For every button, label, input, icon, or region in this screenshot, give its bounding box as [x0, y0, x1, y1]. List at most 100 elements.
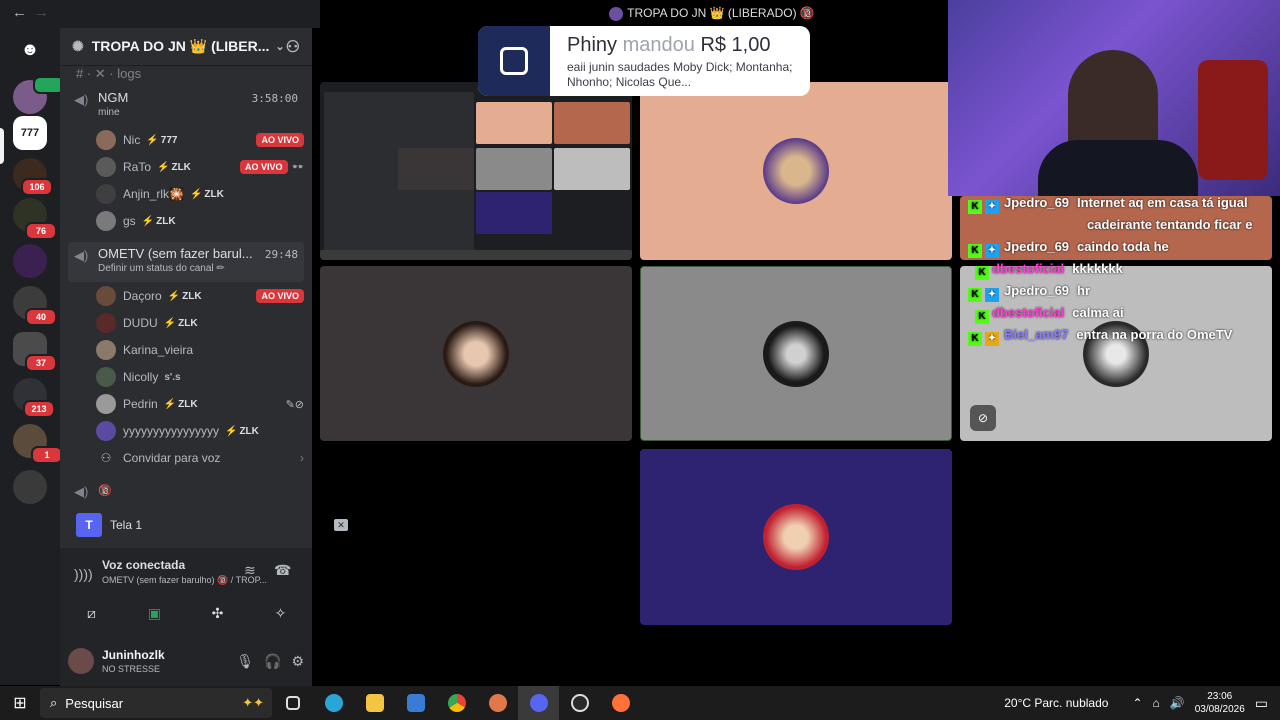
unread-badge: 213 — [23, 400, 55, 418]
video-tile[interactable] — [320, 266, 632, 441]
avatar — [763, 320, 829, 387]
server-icon-1[interactable] — [13, 76, 65, 114]
back-arrow-icon[interactable]: ← — [12, 4, 27, 21]
avatar — [96, 421, 116, 441]
avatar — [96, 313, 116, 333]
channel-logs[interactable]: # · ✕ · logs — [68, 62, 304, 86]
voice-member[interactable]: Karina_vieira — [96, 338, 304, 362]
chat-text: entra na porra do OmeTV — [1076, 327, 1233, 342]
avatar[interactable] — [68, 648, 94, 674]
voice-member[interactable]: Nicolly s'.s — [96, 365, 304, 389]
stage-title-text: TROPA DO JN 👑 (LIBERADO) 🔞 — [627, 6, 815, 20]
voice-member[interactable]: Pedrin ⚡ ZLK ✎⊘ — [96, 392, 304, 416]
server-icon-4[interactable]: 76 — [13, 198, 57, 240]
forward-arrow-icon[interactable]: → — [34, 4, 49, 21]
nested-tile — [554, 102, 630, 144]
video-tile[interactable] — [640, 266, 952, 441]
chat-text: Internet aq em casa tá igual — [1077, 195, 1248, 210]
voice-member[interactable]: Anjin_rlk🎇 ⚡ ZLK — [96, 182, 304, 206]
donation-message: eaii junin saudades Moby Dick; Montanha;… — [567, 60, 793, 89]
server-icon-7[interactable]: 37 — [13, 332, 57, 372]
voice-member[interactable]: Daçoro ⚡ ZLK AO VIVO — [96, 284, 304, 308]
voice-channel-3[interactable]: ◀) 🔞 — [68, 482, 304, 504]
obs-icon[interactable] — [559, 686, 600, 720]
member-name: gs — [123, 214, 136, 228]
windows-start-icon[interactable]: ⊞ — [0, 693, 40, 713]
soundboard-icon[interactable]: ✧ — [259, 605, 303, 622]
disconnect-icon[interactable]: ☎ — [274, 562, 291, 579]
screen-share-tile[interactable] — [320, 82, 632, 260]
member-name: RaTo — [123, 160, 152, 174]
microphone-icon[interactable]: 🎙 — [236, 653, 254, 670]
invite-icon[interactable]: ⚇ — [286, 37, 300, 57]
chrome-icon[interactable] — [436, 686, 477, 720]
server-icon-tropa[interactable]: 777 — [13, 116, 47, 150]
chat-user: dbestoficial — [992, 305, 1065, 320]
speaker-icon: ◀) — [74, 484, 89, 499]
store-icon[interactable] — [395, 686, 436, 720]
discord-home-icon[interactable]: ☻ — [13, 32, 47, 66]
taskbar-search[interactable]: ⌕ Pesquisar ✦✦ — [40, 688, 272, 718]
speaker-icon: ◀) — [74, 92, 89, 107]
screen-share-icon[interactable]: ▣ — [133, 605, 177, 622]
server-icon-3[interactable]: 106 — [13, 158, 53, 196]
volume-icon[interactable]: 🔊 — [1170, 696, 1185, 710]
server-icon — [609, 6, 624, 21]
top-nav: ← → — [0, 0, 320, 28]
boost-icon: ✺ — [72, 38, 84, 54]
voice-channel-name: NGM — [98, 90, 129, 105]
video-tile-host[interactable] — [640, 82, 952, 260]
chat-message: Kdbestoficial kkkkkkk — [975, 261, 1123, 280]
screen-share-item[interactable]: T Tela 1 ✕ — [68, 509, 358, 541]
voice-member[interactable]: RaTo ⚡ ZLK AO VIVO 👓 — [96, 155, 304, 179]
screen-thumbnail: T — [76, 513, 102, 537]
chat-user: Jpedro_69 — [1004, 283, 1070, 298]
member-tag-text: ZLK — [178, 317, 198, 329]
chat-message: K ✦ Jpedro_69 Internet aq em casa tá igual — [968, 195, 1248, 214]
discord-taskbar-icon[interactable] — [518, 686, 559, 720]
avatar — [763, 138, 829, 204]
headphones-icon[interactable]: 🎧 — [264, 653, 281, 670]
server-icon-6[interactable]: 40 — [13, 286, 57, 326]
voice-member[interactable]: DUDU ⚡ ZLK — [96, 311, 304, 335]
server-icon-9[interactable]: 1 — [13, 424, 63, 464]
server-rail: ☻ 777 106 76 40 37 213 1 — [0, 28, 65, 685]
server-icon-8[interactable]: 213 — [13, 378, 55, 418]
file-explorer-icon[interactable] — [354, 686, 395, 720]
weather-widget[interactable]: 20°C Parc. nublado — [1004, 696, 1108, 710]
camera-off-icon[interactable]: ⧄ — [70, 605, 114, 622]
chevron-up-icon[interactable]: ⌃ — [1132, 696, 1142, 710]
voice-member[interactable]: yyyyyyyyyyyyyyyy ⚡ ZLK — [96, 419, 304, 443]
chat-text: kkkkkkk — [1072, 261, 1123, 276]
activities-icon[interactable]: ✣ — [196, 605, 240, 622]
gear-icon[interactable]: ⚙ — [291, 653, 304, 670]
voice-channel-status[interactable]: Definir um status do canal ✏ — [98, 263, 304, 274]
firefox-icon[interactable] — [600, 686, 641, 720]
clock[interactable]: 23:06 03/08/2026 — [1195, 690, 1245, 716]
invite-to-voice[interactable]: ⚇ Convidar para voz › — [96, 446, 304, 470]
network-icon[interactable]: ⌂ — [1153, 696, 1160, 710]
donation-alert: Phiny mandou R$ 1,00 eaii junin saudades… — [478, 26, 810, 96]
notification-icon[interactable]: ▭ — [1255, 695, 1268, 712]
voice-member[interactable]: gs ⚡ ZLK — [96, 209, 304, 233]
server-header[interactable]: ✺ TROPA DO JN 👑 (LIBER... ⌄ ⚇ — [60, 28, 312, 66]
chat-message: K ✦ Jpedro_69 caindo toda he — [968, 239, 1169, 258]
noise-suppression-icon[interactable]: ≋ — [244, 562, 256, 579]
task-view-icon[interactable] — [272, 686, 313, 720]
member-tag: ⚡ ZLK — [189, 188, 224, 200]
chat-text: calma ai — [1072, 305, 1124, 320]
user-info[interactable]: Juninhozlk NO STRESSE — [102, 648, 165, 674]
app-icon[interactable] — [477, 686, 518, 720]
server-icon-10[interactable] — [13, 470, 47, 504]
voice-member[interactable]: Nic ⚡ 777 AO VIVO — [96, 128, 304, 152]
voice-channel-ometv[interactable]: ◀) OMETV (sem fazer barul... 29:48 Defin… — [68, 242, 304, 282]
edge-icon[interactable] — [313, 686, 354, 720]
member-tag-text: ZLK — [182, 290, 202, 302]
stop-share-icon[interactable]: ✕ — [334, 519, 348, 531]
voice-channel-ngm[interactable]: ◀) NGM 3:58:00 mine — [68, 90, 304, 126]
server-icon-5[interactable] — [13, 244, 47, 278]
member-name: yyyyyyyyyyyyyyyy — [123, 424, 219, 438]
member-name: DUDU — [123, 316, 158, 330]
avatar — [96, 367, 116, 387]
video-tile[interactable] — [640, 449, 952, 625]
